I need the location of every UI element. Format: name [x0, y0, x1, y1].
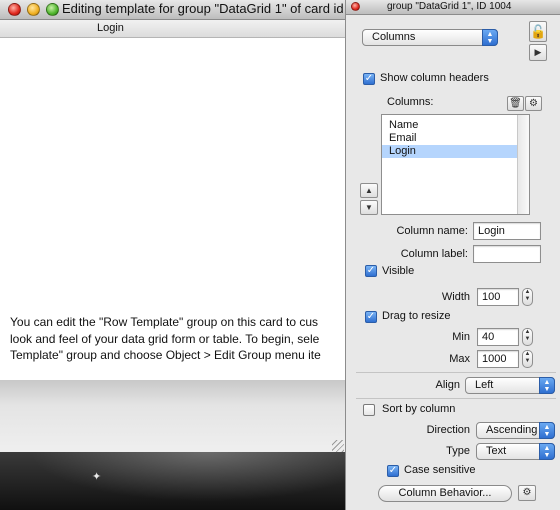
- gear-icon[interactable]: ⚙: [525, 96, 542, 111]
- zoom-window-button[interactable]: [46, 3, 59, 16]
- type-label: Type: [446, 445, 470, 457]
- show-column-headers-checkbox[interactable]: ✓: [363, 73, 375, 85]
- list-item[interactable]: Email: [382, 132, 519, 145]
- editor-window-title: Editing template for group "DataGrid 1" …: [62, 1, 344, 16]
- sort-by-column-label: Sort by column: [382, 403, 456, 415]
- divider: [356, 372, 556, 373]
- play-icon[interactable]: ▶: [529, 44, 547, 61]
- section-selector-value: Columns: [372, 31, 416, 43]
- direction-label: Direction: [426, 424, 470, 436]
- align-label: Align: [435, 379, 460, 391]
- trash-icon[interactable]: 🗑: [507, 96, 524, 111]
- column-name-field[interactable]: Login: [473, 222, 541, 240]
- direction-value: Ascending: [486, 424, 538, 436]
- case-sensitive-checkbox[interactable]: ✓: [387, 465, 399, 477]
- type-value: Text: [486, 445, 507, 457]
- instructions-line-1: You can edit the "Row Template" group on…: [10, 315, 319, 329]
- max-field[interactable]: 1000: [477, 350, 519, 368]
- divider: [356, 398, 556, 399]
- column-label-label: Column label:: [400, 248, 468, 260]
- up-down-arrows-icon: ▲ ▼: [482, 29, 498, 46]
- window-shadow-area: [0, 380, 345, 452]
- sparkle-icon: ✦: [92, 471, 102, 483]
- down-arrow-icon: ▼: [365, 203, 373, 212]
- column-behavior-button[interactable]: Column Behavior...: [378, 485, 512, 502]
- columns-label: Columns:: [387, 96, 434, 108]
- up-down-arrows-icon: ▲ ▼: [539, 422, 555, 439]
- minimize-window-button[interactable]: [27, 3, 40, 16]
- up-down-arrows-icon: ▲ ▼: [539, 443, 555, 460]
- editor-titlebar: Editing template for group "DataGrid 1" …: [0, 0, 352, 20]
- visible-checkbox[interactable]: ✓: [365, 265, 377, 277]
- show-column-headers-label: Show column headers: [380, 72, 489, 84]
- max-stepper[interactable]: ▲ ▼: [522, 350, 533, 368]
- inspector-close-button[interactable]: [351, 2, 360, 11]
- property-inspector: group "DataGrid 1", ID 1004 Columns ▲ ▼ 🔓…: [345, 0, 560, 510]
- instructions-line-2: look and feel of your data grid form or …: [10, 331, 320, 346]
- type-popup[interactable]: Text ▲ ▼: [476, 443, 555, 460]
- gear-icon[interactable]: ⚙: [518, 485, 536, 501]
- visible-label: Visible: [382, 265, 415, 277]
- width-field[interactable]: 100: [477, 288, 519, 306]
- min-label: Min: [452, 331, 470, 343]
- datagrid-header-row: Login: [0, 20, 352, 38]
- align-popup[interactable]: Left ▲ ▼: [465, 377, 555, 394]
- list-item[interactable]: Name: [382, 119, 519, 132]
- drag-to-resize-label: Drag to resize: [382, 310, 451, 322]
- inspector-titlebar: group "DataGrid 1", ID 1004: [346, 0, 560, 15]
- padlock-icon[interactable]: 🔓: [529, 21, 547, 42]
- width-label: Width: [441, 291, 470, 303]
- template-editor-window: Editing template for group "DataGrid 1" …: [0, 0, 352, 380]
- instructions-line-3: Template" group and choose Object > Edit…: [10, 348, 321, 362]
- resize-grip[interactable]: [332, 440, 344, 452]
- column-name-label: Column name:: [396, 225, 468, 237]
- column-header-login[interactable]: Login: [97, 22, 124, 34]
- move-column-down-button[interactable]: ▼: [360, 200, 378, 215]
- columns-list-scrollbar[interactable]: [517, 115, 529, 214]
- inspector-title: group "DataGrid 1", ID 1004: [387, 1, 512, 12]
- direction-popup[interactable]: Ascending ▲ ▼: [476, 422, 555, 439]
- column-label-field[interactable]: [473, 245, 541, 263]
- background-image: ✦: [0, 452, 345, 510]
- list-item-selected[interactable]: Login: [382, 145, 519, 158]
- min-field[interactable]: 40: [477, 328, 519, 346]
- sort-by-column-checkbox[interactable]: [363, 404, 375, 416]
- columns-list[interactable]: Name Email Login: [381, 114, 530, 215]
- case-sensitive-label: Case sensitive: [404, 464, 476, 476]
- section-selector-popup[interactable]: Columns ▲ ▼: [362, 29, 498, 46]
- max-label: Max: [449, 353, 470, 365]
- drag-to-resize-checkbox[interactable]: ✓: [365, 311, 377, 323]
- instructions-text: You can edit the "Row Template" group on…: [10, 314, 355, 364]
- close-window-button[interactable]: [8, 3, 21, 16]
- up-down-arrows-icon: ▲ ▼: [539, 377, 555, 394]
- up-arrow-icon: ▲: [365, 186, 373, 195]
- width-stepper[interactable]: ▲ ▼: [522, 288, 533, 306]
- move-column-up-button[interactable]: ▲: [360, 183, 378, 198]
- min-stepper[interactable]: ▲ ▼: [522, 328, 533, 346]
- align-value: Left: [475, 379, 494, 391]
